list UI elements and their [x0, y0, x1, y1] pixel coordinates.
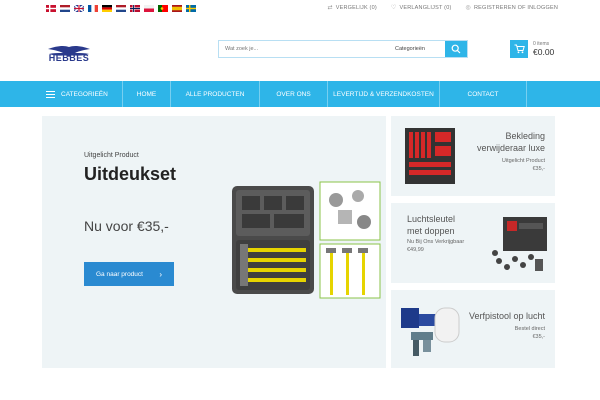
mini-cart[interactable]: 0 items €0.00	[510, 40, 554, 58]
nav-contact-label: CONTACT	[467, 90, 499, 98]
card-price: €49,99	[407, 247, 424, 253]
hero-price: Nu voor €35,-	[84, 218, 169, 234]
flag-germany-icon[interactable]	[102, 5, 112, 12]
compare-link[interactable]: ⇄ VERGELIJK (0)	[327, 4, 377, 12]
card-title-line1: Bekleding	[505, 131, 545, 141]
spray-gun-image	[401, 307, 460, 356]
flag-france-icon[interactable]	[88, 5, 98, 12]
hero-title: Uitdeukset	[84, 164, 177, 184]
nav-all-products[interactable]: ALLE PRODUCTEN	[170, 81, 259, 107]
flag-netherlands-alt-icon[interactable]	[116, 5, 126, 12]
nav-all-products-label: ALLE PRODUCTEN	[185, 90, 245, 98]
nav-about[interactable]: OVER ONS	[259, 81, 327, 107]
nav-home[interactable]: HOME	[122, 81, 170, 107]
card-title-line1: Verfpistool op lucht	[468, 311, 545, 321]
logo-text: HEBBES	[48, 53, 90, 63]
promo-card-air-wrench[interactable]: Luchtsleutel met doppen Nu Bij Ons Verkr…	[391, 203, 555, 283]
top-bar: ⇄ VERGELIJK (0) ♡ VERLANGLIJST (0) ◎ REG…	[0, 0, 600, 20]
flag-sweden-icon[interactable]	[186, 5, 196, 12]
hero-cta-button[interactable]: Ga naar product ›	[84, 262, 174, 286]
nav-delivery-label: LEVERTIJD & VERZENDKOSTEN	[333, 90, 434, 98]
hero-kicker: Uitgelicht Product	[84, 152, 139, 159]
wishlist-link[interactable]: ♡ VERLANGLIJST (0)	[390, 4, 452, 12]
menu-icon	[46, 90, 55, 98]
dent-repair-kit-image	[232, 181, 381, 299]
card-price: €35,-	[532, 334, 545, 340]
promo-card-trim-remover[interactable]: Bekleding verwijderaar luxe Uitgelicht P…	[391, 116, 555, 196]
search-input[interactable]	[219, 41, 389, 57]
flag-poland-icon[interactable]	[144, 5, 154, 12]
hero-banner[interactable]: Uitgelicht Product Uitdeukset Nu voor €3…	[42, 116, 386, 368]
card-title: Bekleding verwijderaar luxe	[477, 130, 545, 154]
account-label: REGISTREREN OF INLOGGEN	[473, 4, 558, 11]
search-icon	[451, 44, 461, 54]
user-icon: ◎	[465, 5, 471, 11]
nav-categories-label: CATEGORIEËN	[61, 90, 108, 98]
flag-denmark-icon[interactable]	[46, 5, 56, 12]
card-title-line2: verwijderaar luxe	[476, 143, 545, 153]
flag-norway-icon[interactable]	[130, 5, 140, 12]
card-title: Verfpistool op lucht	[469, 310, 545, 322]
trim-remover-kit-image	[405, 128, 455, 184]
nav-home-label: HOME	[136, 90, 157, 98]
flag-netherlands-icon[interactable]	[60, 5, 70, 12]
hero-cta-label: Ga naar product	[96, 270, 143, 278]
search-bar: Categorieën	[218, 40, 468, 58]
wishlist-label: VERLANGLIJST (0)	[399, 4, 452, 11]
category-select-label: Categorieën	[395, 46, 425, 52]
card-price: €35,-	[532, 166, 545, 172]
account-link[interactable]: ◎ REGISTREREN OF INLOGGEN	[465, 4, 559, 12]
card-kicker: Nu Bij Ons Verkrijgbaar	[407, 239, 465, 245]
flag-spain-icon[interactable]	[172, 5, 182, 12]
flag-uk-icon[interactable]	[74, 5, 84, 12]
chevron-right-icon: ›	[159, 269, 162, 279]
heart-icon: ♡	[390, 5, 397, 11]
language-flags	[46, 5, 196, 12]
card-kicker: Uitgelicht Product	[501, 158, 545, 164]
cart-total: €0.00	[533, 47, 555, 57]
nav-contact[interactable]: CONTACT	[439, 81, 527, 107]
search-button[interactable]	[445, 41, 467, 57]
cart-icon	[514, 44, 525, 54]
card-subtitle: Bestel direct €35,-	[515, 325, 545, 341]
card-title: Luchtsleutel met doppen	[407, 213, 455, 237]
card-kicker: Bestel direct	[514, 326, 545, 332]
promo-card-spray-gun[interactable]: Verfpistool op lucht Bestel direct €35,-	[391, 290, 555, 368]
compare-icon: ⇄	[327, 5, 333, 11]
flag-portugal-icon[interactable]	[158, 5, 168, 12]
air-wrench-kit-image	[492, 217, 547, 271]
card-title-line2: met doppen	[407, 226, 455, 236]
cart-button[interactable]	[510, 40, 528, 58]
main-nav: CATEGORIEËN HOME ALLE PRODUCTEN OVER ONS…	[0, 81, 600, 107]
card-subtitle: Nu Bij Ons Verkrijgbaar €49,99	[407, 238, 464, 254]
card-title-line1: Luchtsleutel	[407, 214, 456, 224]
nav-about-label: OVER ONS	[276, 90, 311, 98]
category-select[interactable]: Categorieën	[389, 41, 445, 57]
account-links: ⇄ VERGELIJK (0) ♡ VERLANGLIJST (0) ◎ REG…	[327, 4, 559, 12]
nav-delivery[interactable]: LEVERTIJD & VERZENDKOSTEN	[327, 81, 439, 107]
compare-label: VERGELIJK (0)	[335, 4, 377, 11]
card-subtitle: Uitgelicht Product €35,-	[502, 157, 545, 173]
nav-categories[interactable]: CATEGORIEËN	[42, 81, 122, 107]
